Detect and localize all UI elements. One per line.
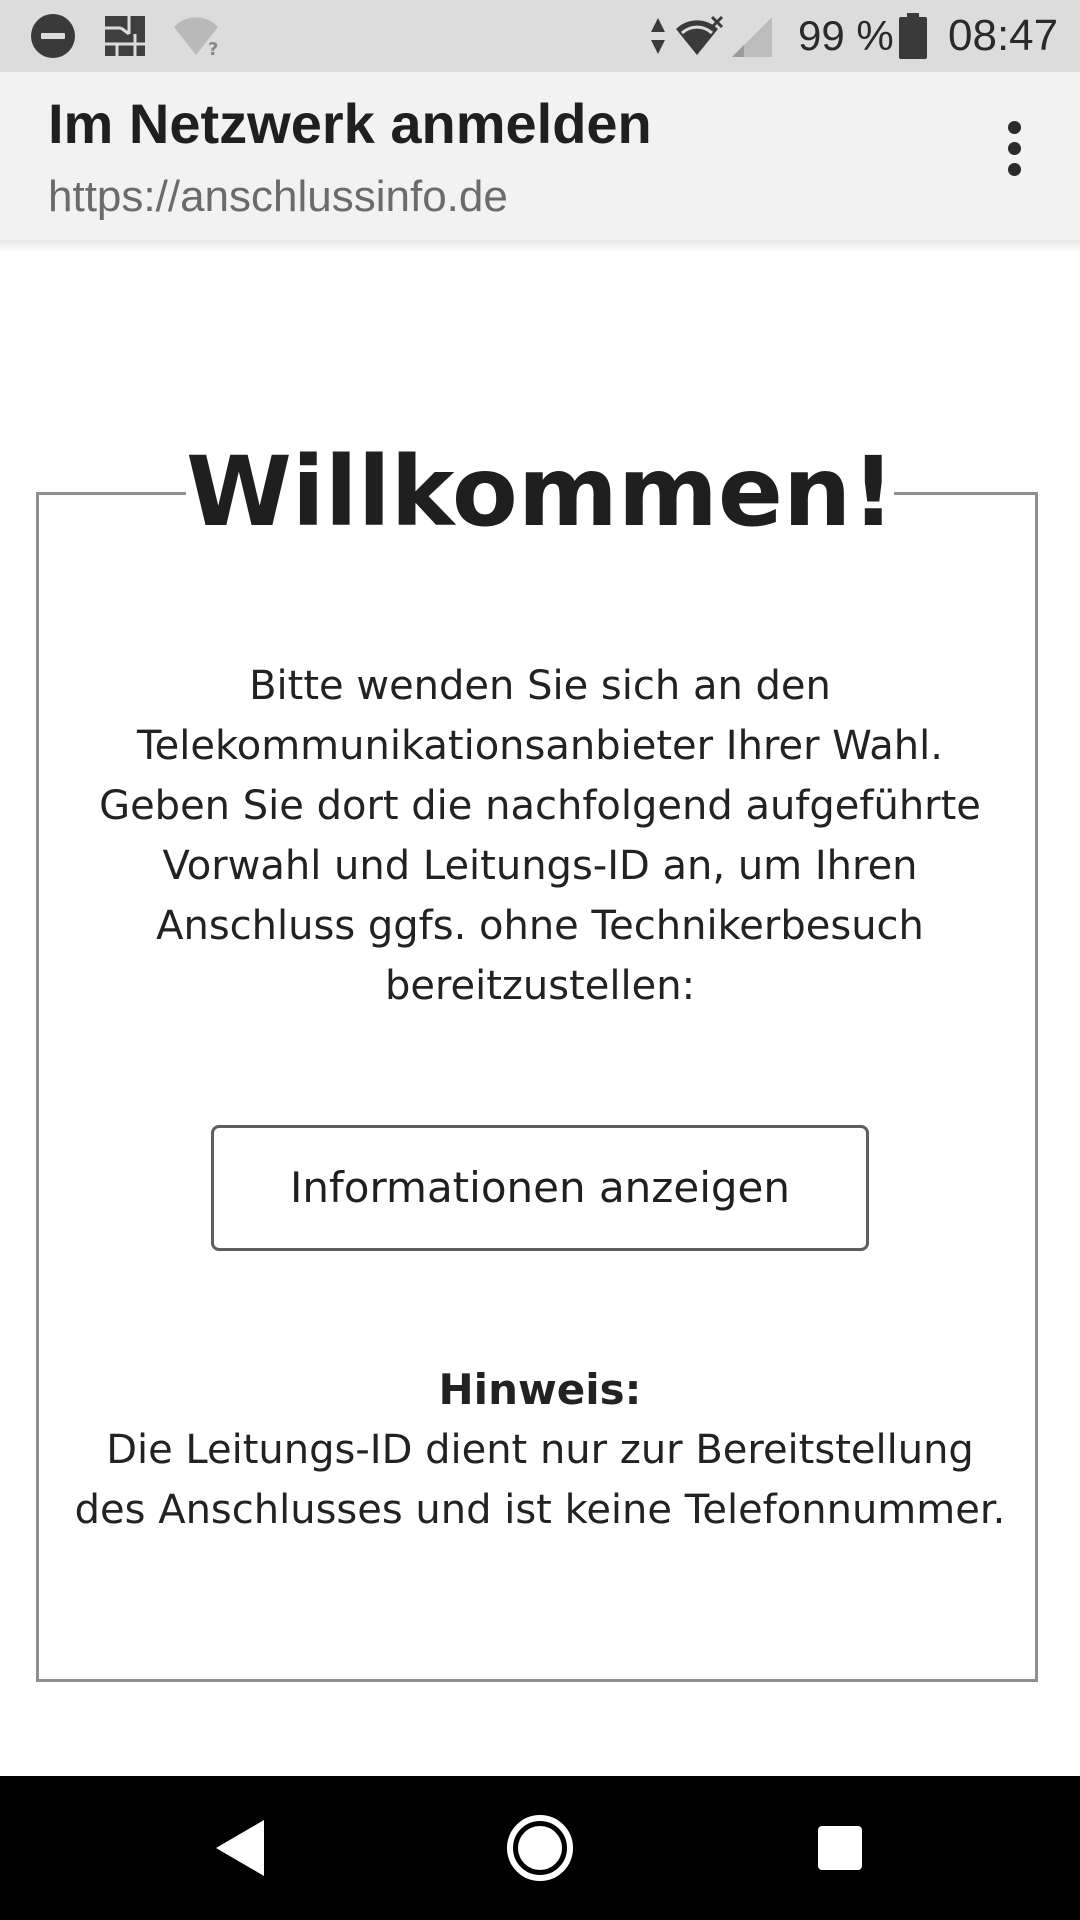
page-title: Im Netzwerk anmelden (48, 92, 652, 155)
do-not-disturb-icon (30, 0, 76, 72)
title-bar: Im Netzwerk anmelden https://anschlussin… (0, 72, 1080, 252)
app-notification-icon (101, 0, 149, 72)
battery-percent: 99 % (798, 12, 894, 59)
status-bar: ? 99 % 08:47 (0, 0, 1080, 72)
back-icon[interactable] (168, 1776, 312, 1920)
clock: 08:47 (948, 11, 1059, 60)
home-icon[interactable] (468, 1776, 612, 1920)
intro-line: Bitte wenden Sie sich an den (249, 663, 831, 709)
battery-icon (898, 0, 928, 72)
show-information-button[interactable]: Informationen anzeigen (211, 1125, 869, 1251)
more-vert-icon[interactable] (978, 112, 1050, 184)
intro-line: Vorwahl und Leitungs-ID an, um Ihren (162, 843, 918, 889)
svg-text:?: ? (208, 39, 218, 59)
data-arrows-icon (650, 0, 666, 72)
welcome-title: Willkommen! (186, 430, 895, 554)
intro-line: bereitzustellen: (384, 963, 696, 1009)
note-line: Die Leitungs-ID dient nur zur Bereitstel… (106, 1427, 974, 1473)
cellular-signal-icon (730, 0, 774, 72)
wifi-icon (674, 0, 724, 72)
note-heading: Hinweis: (438, 1365, 642, 1414)
recents-icon[interactable] (768, 1776, 912, 1920)
intro-line: Geben Sie dort die nachfolgend aufgeführ… (99, 783, 981, 829)
intro-line: Anschluss ggfs. ohne Technikerbesuch (156, 903, 924, 949)
intro-line: Telekommunikationsanbieter Ihrer Wahl. (137, 723, 943, 769)
navigation-bar (0, 1776, 1080, 1920)
intro-text: Bitte wenden Sie sich an den Telekommuni… (70, 656, 1010, 1016)
note-line: des Anschlusses und ist keine Telefonnum… (74, 1487, 1006, 1533)
note-text: Die Leitungs-ID dient nur zur Bereitstel… (60, 1420, 1020, 1540)
wifi-unknown-icon: ? (172, 0, 224, 72)
page-url: https://anschlussinfo.de (48, 172, 508, 221)
